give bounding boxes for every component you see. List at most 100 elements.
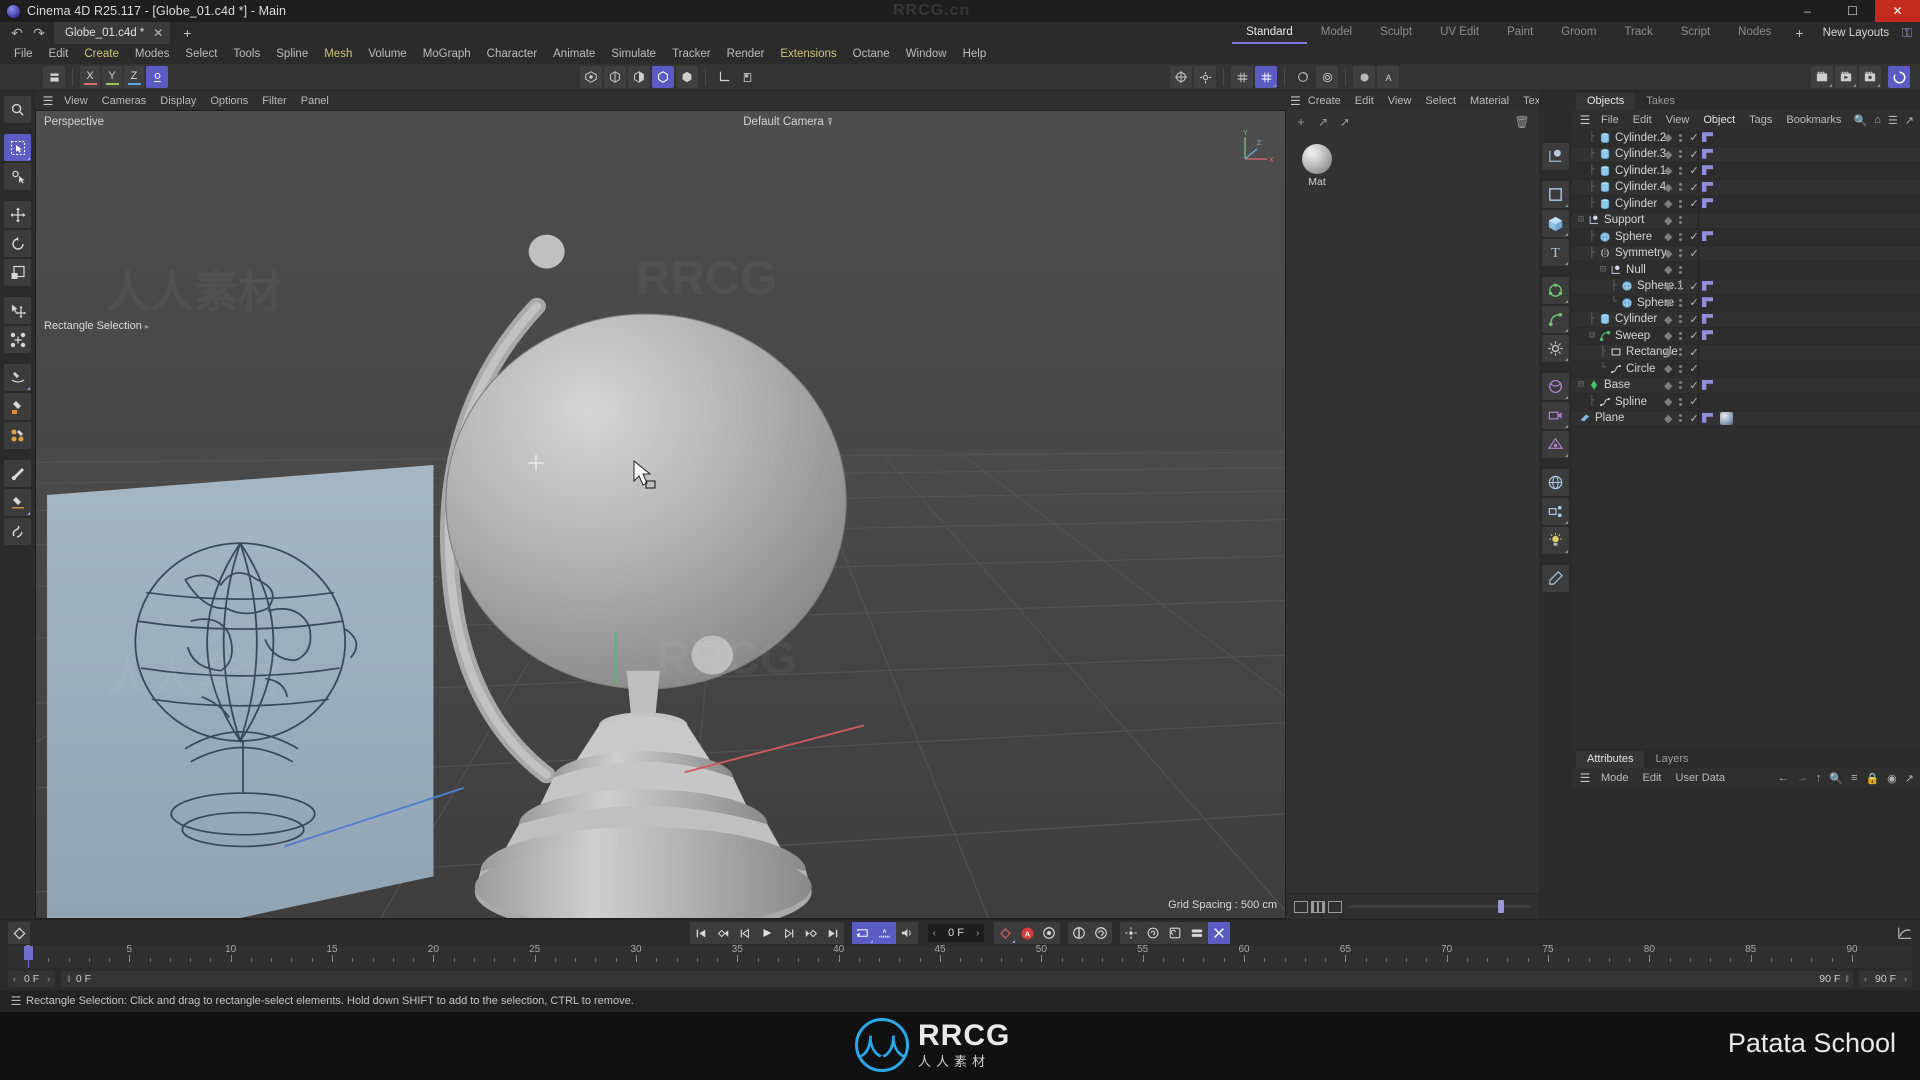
object-row[interactable]: ├ Spline ◆ ✓ — [1572, 394, 1920, 411]
object-menu-bookmarks[interactable]: Bookmarks — [1779, 114, 1848, 126]
range-start-decrement-icon[interactable]: ‹ — [13, 974, 16, 984]
menu-volume[interactable]: Volume — [360, 44, 414, 64]
layer-icon[interactable]: ◆ — [1664, 263, 1672, 276]
menu-modes[interactable]: Modes — [127, 44, 178, 64]
render-view-icon[interactable] — [1292, 66, 1314, 88]
object-tag[interactable] — [1702, 379, 1716, 391]
snap-settings-icon[interactable] — [1194, 66, 1217, 88]
close-icon[interactable]: ✕ — [153, 26, 163, 40]
maximize-button[interactable]: ☐ — [1830, 0, 1875, 22]
object-row[interactable]: ├ Sphere.1 ◆ ✓ — [1572, 278, 1920, 295]
next-frame-button[interactable] — [778, 922, 800, 944]
visibility-dots[interactable] — [1679, 265, 1683, 274]
layer-icon[interactable]: ◆ — [1664, 362, 1672, 375]
tree-branch-icon[interactable]: ⊟ — [1578, 379, 1584, 391]
go-to-end-button[interactable] — [822, 922, 844, 944]
timeline-icon-1[interactable] — [1811, 66, 1834, 88]
object-tag[interactable] — [1702, 412, 1716, 424]
play-button[interactable] — [756, 922, 778, 944]
menu-octane[interactable]: Octane — [845, 44, 898, 64]
edges-mode-icon[interactable] — [627, 66, 650, 88]
previous-frame-button[interactable] — [734, 922, 756, 944]
array-object-icon[interactable] — [1542, 306, 1569, 333]
close-button[interactable]: ✕ — [1875, 0, 1920, 22]
menu-create[interactable]: Create — [76, 44, 127, 64]
view-mode-detail-icon[interactable] — [1328, 900, 1342, 913]
paint-tool-icon[interactable] — [4, 393, 31, 420]
search-icon[interactable] — [4, 96, 31, 123]
material-menu-select[interactable]: Select — [1418, 95, 1463, 107]
visibility-dots[interactable] — [1679, 199, 1683, 208]
cube-object-icon[interactable] — [1542, 210, 1569, 237]
visibility-dots[interactable] — [1679, 133, 1683, 142]
viewport-menu-filter[interactable]: Filter — [255, 95, 293, 107]
move-tool-icon[interactable] — [4, 201, 31, 228]
tree-branch-icon[interactable]: ├ — [1589, 231, 1595, 242]
layer-keys-button[interactable] — [1186, 922, 1208, 944]
viewport-hamburger-icon[interactable]: ☰ — [39, 94, 57, 108]
live-selection-tool-icon[interactable] — [4, 163, 31, 190]
object-row[interactable]: ⊟ Null ◆ — [1572, 262, 1920, 279]
range-end-field[interactable]: ‹ 90 F › — [1858, 971, 1912, 987]
disable-keys-button[interactable] — [1208, 922, 1231, 944]
layout-tab-sculpt[interactable]: Sculpt — [1366, 22, 1426, 44]
parameter-key-button[interactable] — [1142, 922, 1164, 944]
timeline-range-bar[interactable]: ‖ 0 F 90 F ‖ — [61, 971, 1853, 987]
viewport-menu-options[interactable]: Options — [203, 95, 255, 107]
layer-icon[interactable]: ◆ — [1664, 395, 1672, 408]
object-row[interactable]: └ Circle ◆ ✓ — [1572, 361, 1920, 378]
rectangle-selection-tool-icon[interactable] — [4, 134, 31, 161]
menu-render[interactable]: Render — [719, 44, 773, 64]
camera-icon[interactable] — [1542, 402, 1569, 429]
tree-branch-icon[interactable]: ├ — [1611, 281, 1617, 292]
document-tab[interactable]: Globe_01.c4d * ✕ — [54, 22, 171, 44]
visibility-dots[interactable] — [1679, 166, 1683, 175]
menu-mesh[interactable]: Mesh — [316, 44, 360, 64]
visibility-dots[interactable] — [1679, 315, 1683, 324]
visibility-dots[interactable] — [1679, 183, 1683, 192]
object-tag[interactable] — [1702, 165, 1716, 176]
lock-icon[interactable]: 🔒 — [1865, 772, 1879, 785]
frame-increment-icon[interactable]: › — [976, 928, 979, 939]
slider-handle[interactable] — [1498, 900, 1505, 913]
lock-layout-icon[interactable]: ⚿ — [1898, 25, 1920, 41]
enable-axis-icon[interactable] — [1170, 66, 1193, 88]
undo-icon[interactable]: ↶ — [6, 24, 28, 42]
material-menu-view[interactable]: View — [1381, 95, 1419, 107]
new-layouts-button[interactable]: New Layouts — [1814, 27, 1898, 39]
go-to-start-button[interactable] — [690, 922, 712, 944]
timeline-play-icon[interactable] — [1835, 66, 1858, 88]
menu-tracker[interactable]: Tracker — [664, 44, 719, 64]
previous-key-button[interactable] — [712, 922, 734, 944]
object-menu-file[interactable]: File — [1594, 114, 1626, 126]
material-menu-edit[interactable]: Edit — [1348, 95, 1381, 107]
layout-tab-standard[interactable]: Standard — [1232, 22, 1307, 44]
filter-icon[interactable]: ☰ — [1888, 114, 1898, 127]
null-object-icon[interactable] — [1542, 143, 1569, 170]
viewport-camera-label[interactable]: Default Camera ⍒ — [743, 116, 833, 128]
range-start-field[interactable]: ‹ 0 F › — [8, 971, 56, 987]
layer-icon[interactable]: ◆ — [1664, 214, 1672, 227]
sound-toggle-button[interactable] — [896, 922, 918, 944]
object-row[interactable]: ├ Cylinder ◆ ✓ — [1572, 196, 1920, 213]
menu-animate[interactable]: Animate — [545, 44, 603, 64]
layer-icon[interactable]: ◆ — [1664, 346, 1672, 359]
viewport-menu-cameras[interactable]: Cameras — [95, 95, 154, 107]
keyframe-selection-button[interactable] — [1038, 922, 1060, 944]
text-object-icon[interactable]: T — [1542, 239, 1569, 266]
object-row[interactable]: ├ Cylinder.1 ◆ ✓ — [1572, 163, 1920, 180]
layout-tab-track[interactable]: Track — [1610, 22, 1666, 44]
menu-select[interactable]: Select — [177, 44, 225, 64]
range-end-decrement-icon[interactable]: ‹ — [1864, 974, 1867, 984]
attributes-menu-edit[interactable]: Edit — [1636, 772, 1669, 784]
axis-z-button[interactable]: Z — [124, 66, 144, 88]
expand-icon[interactable]: ↗ — [1905, 114, 1914, 127]
object-row[interactable]: ├ Cylinder.4 ◆ ✓ — [1572, 179, 1920, 196]
material-preview-icon[interactable] — [1353, 66, 1376, 88]
layout-tab-paint[interactable]: Paint — [1493, 22, 1547, 44]
menu-file[interactable]: File — [6, 44, 41, 64]
layer-icon[interactable]: ◆ — [1664, 280, 1672, 293]
menu-edit[interactable]: Edit — [41, 44, 77, 64]
polygons-mode-icon[interactable] — [651, 66, 674, 88]
material-item[interactable]: Mat — [1294, 144, 1340, 188]
